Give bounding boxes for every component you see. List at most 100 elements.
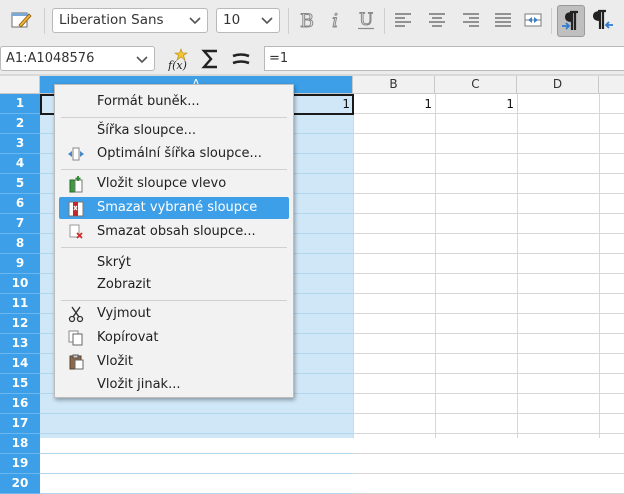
row-header-9[interactable]: 9 [0, 254, 40, 274]
column-gridline [435, 94, 436, 438]
formula-input[interactable]: =1 [264, 46, 624, 71]
edit-mode-icon[interactable] [8, 5, 34, 35]
row-header-18[interactable]: 18 [0, 434, 40, 454]
formula-bar: A1:A1048576 f(x) =1 [0, 42, 624, 74]
row-header-15[interactable]: 15 [0, 374, 40, 394]
row-gridline [353, 473, 624, 474]
wrap-text-icon[interactable] [520, 5, 546, 35]
clear-contents-icon [67, 223, 85, 241]
row-gridline [353, 173, 624, 174]
row-gridline [40, 433, 353, 434]
formula-value: =1 [269, 51, 289, 66]
row-header-14[interactable]: 14 [0, 354, 40, 374]
row-gridline [353, 233, 624, 234]
align-center-icon[interactable] [424, 5, 450, 35]
align-right-icon[interactable] [458, 5, 484, 35]
column-header-d[interactable]: D [517, 76, 599, 94]
italic-icon[interactable]: i [323, 5, 349, 35]
cell-a1[interactable]: 1 [300, 94, 350, 114]
font-name-select[interactable]: Liberation Sans [52, 8, 208, 33]
menu-item-hide[interactable]: Skrýt [59, 252, 289, 274]
row-gridline [353, 313, 624, 314]
row-gridline [353, 193, 624, 194]
row-gridline [40, 453, 353, 454]
function-wizard-icon[interactable]: f(x) [166, 44, 192, 74]
svg-text:i: i [332, 10, 338, 31]
row-header-2[interactable]: 2 [0, 114, 40, 134]
chevron-down-icon [261, 17, 273, 25]
delete-columns-icon [67, 199, 85, 217]
name-box[interactable]: A1:A1048576 [0, 46, 155, 71]
row-header-7[interactable]: 7 [0, 214, 40, 234]
cell-b1[interactable]: 1 [380, 94, 432, 114]
row-header-12[interactable]: 12 [0, 314, 40, 334]
row-gridline [40, 473, 353, 474]
menu-item-show[interactable]: Zobrazit [59, 274, 289, 296]
sum-icon[interactable] [198, 44, 224, 74]
scissors-icon [67, 305, 85, 323]
menu-item-delete-columns[interactable]: Smazat vybrané sloupce [59, 197, 289, 219]
svg-text:U: U [359, 10, 373, 30]
row-gridline [353, 333, 624, 334]
menu-item-column-width[interactable]: Šířka sloupce... [59, 120, 289, 142]
row-gridline [353, 293, 624, 294]
font-size-select[interactable]: 10 [216, 8, 280, 33]
menu-item-paste-special[interactable]: Vložit jinak... [59, 374, 289, 396]
row-gridline [353, 133, 624, 134]
chevron-down-icon [136, 56, 148, 64]
column-header-e[interactable] [599, 76, 624, 94]
row-header-3[interactable]: 3 [0, 134, 40, 154]
svg-text:B: B [300, 10, 314, 31]
row-header-8[interactable]: 8 [0, 234, 40, 254]
menu-item-copy[interactable]: Kopírovat [59, 327, 289, 349]
row-header-19[interactable]: 19 [0, 454, 40, 474]
row-gridline [353, 353, 624, 354]
menu-item-optimal-width[interactable]: Optimální šířka sloupce... [59, 143, 289, 165]
row-gridline [353, 433, 624, 434]
column-gridline [517, 94, 518, 438]
right-to-left-icon[interactable] [590, 5, 616, 35]
formatting-toolbar: Liberation Sans 10 B i U [0, 0, 624, 42]
row-header-17[interactable]: 17 [0, 414, 40, 434]
justify-icon[interactable] [490, 5, 516, 35]
column-header-b[interactable]: B [353, 76, 435, 94]
row-gridline [353, 373, 624, 374]
menu-item-clear-contents[interactable]: Smazat obsah sloupce... [59, 221, 289, 243]
chevron-down-icon [189, 17, 201, 25]
row-header-20[interactable]: 20 [0, 474, 40, 494]
menu-item-cut[interactable]: Vyjmout [59, 303, 289, 325]
column-gridline [353, 94, 354, 438]
row-header-5[interactable]: 5 [0, 174, 40, 194]
row-gridline [353, 213, 624, 214]
font-size-value: 10 [223, 12, 241, 28]
paste-icon [67, 353, 85, 371]
cell-c1[interactable]: 1 [462, 94, 514, 114]
row-gridline [40, 413, 353, 414]
row-gridline [353, 153, 624, 154]
left-to-right-icon[interactable] [557, 5, 585, 37]
menu-item-paste[interactable]: Vložit [59, 351, 289, 373]
bold-icon[interactable]: B [294, 5, 320, 35]
row-gridline [353, 393, 624, 394]
row-gridline [353, 273, 624, 274]
row-header-4[interactable]: 4 [0, 154, 40, 174]
menu-item-format-cells[interactable]: Formát buněk... [59, 91, 289, 113]
underline-icon[interactable]: U [353, 5, 379, 35]
optimal-width-icon [67, 145, 85, 163]
row-header-16[interactable]: 16 [0, 394, 40, 414]
column-context-menu: Formát buněk... Šířka sloupce... Optimál… [54, 84, 294, 398]
row-header-11[interactable]: 11 [0, 294, 40, 314]
formula-equals-icon[interactable] [228, 44, 254, 74]
row-gridline [353, 253, 624, 254]
menu-item-insert-columns-left[interactable]: Vložit sloupce vlevo [59, 173, 289, 195]
svg-text:f(x): f(x) [167, 59, 187, 71]
select-all-corner[interactable] [0, 76, 40, 94]
row-header-6[interactable]: 6 [0, 194, 40, 214]
row-gridline [353, 413, 624, 414]
column-header-c[interactable]: C [435, 76, 517, 94]
row-header-13[interactable]: 13 [0, 334, 40, 354]
align-left-icon[interactable] [390, 5, 416, 35]
row-header-10[interactable]: 10 [0, 274, 40, 294]
row-header-1[interactable]: 1 [0, 94, 40, 114]
font-name-value: Liberation Sans [59, 12, 164, 28]
